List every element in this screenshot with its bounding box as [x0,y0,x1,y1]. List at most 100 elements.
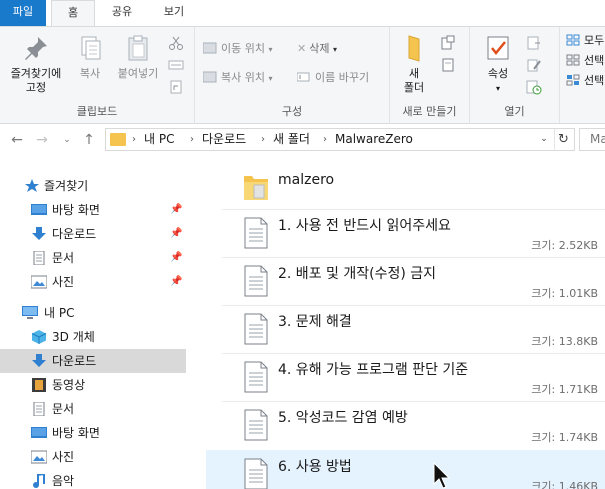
select-none-button[interactable]: 선택 [566,51,604,71]
nav-quick-downloads-label: 다운로드 [52,227,97,241]
move-to-dropdown-icon: ▾ [268,45,273,54]
copy-button[interactable]: 복사 [72,33,108,81]
invert-selection-button[interactable]: 선택 [566,71,604,91]
easy-access-icon[interactable] [440,57,456,73]
nav-quick-pictures[interactable]: 사진 📌 [0,270,186,294]
file-row[interactable]: 6. 사용 방법 크기: 1.46KB [206,450,605,489]
pin-icon: 📌 [170,204,183,215]
forward-button[interactable]: → [33,130,51,150]
select-all-button[interactable]: 모두 [566,31,604,51]
tab-share[interactable]: 공유 [100,0,144,26]
nav-quick-desktop[interactable]: 바탕 화면 📌 [0,198,186,222]
delete-button[interactable]: ✕ 삭제 ▾ [297,39,337,59]
paste-button[interactable]: 붙여넣기 [112,33,164,81]
star-icon [25,179,39,192]
nav-pc-documents[interactable]: 문서 [0,397,186,421]
ribbon: 즐겨찾기에 고정 복사 붙여넣기 클립보드 이동 위치 ▾ 복사 위치 ▾ ✕ … [0,26,605,124]
properties-dropdown-icon: ▾ [495,84,500,93]
move-to-label: 이동 위치 [221,42,265,55]
nav-quick-documents[interactable]: 문서 📌 [0,246,186,270]
new-group: 새 폴더 새로 만들기 [390,27,470,123]
text-file-icon [244,313,268,345]
pin-icon: 📌 [170,228,183,239]
cut-icon[interactable] [168,35,184,51]
mouse-cursor-icon [433,462,451,489]
file-name: 4. 유해 가능 프로그램 판단 기준 [278,362,469,378]
nav-quick-downloads[interactable]: 다운로드 📌 [0,222,186,246]
nav-this-pc[interactable]: 내 PC [0,301,186,325]
nav-music[interactable]: 음악 [0,469,186,489]
tab-home[interactable]: 홈 [51,0,95,27]
copy-label: 복사 [79,67,101,80]
document-icon [33,251,45,265]
breadcrumb-downloads[interactable]: 다운로드 [202,129,246,150]
address-dropdown-icon[interactable]: ⌄ [536,129,552,150]
file-name: 5. 악성코드 감염 예방 [278,410,408,426]
open-icon[interactable] [526,35,542,51]
copy-to-dropdown-icon: ▾ [268,74,273,83]
nav-pc-downloads[interactable]: 다운로드 [0,349,186,373]
back-button[interactable]: ← [8,130,26,150]
nav-quick-access[interactable]: 즐겨찾기 [0,174,186,198]
pin-to-quick-access-button[interactable]: 즐겨찾기에 고정 [4,33,68,95]
new-folder-button[interactable]: 새 폴더 [396,33,432,95]
nav-quick-documents-label: 문서 [52,251,75,265]
address-bar[interactable]: › 내 PC › 다운로드 › 새 폴더 › MalwareZero ⌄ ↻ [105,128,575,151]
file-row[interactable]: 4. 유해 가능 프로그램 판단 기준 크기: 1.71KB [206,353,605,399]
tab-file[interactable]: 파일 [0,0,46,26]
recent-locations-button[interactable]: ⌄ [58,130,76,150]
breadcrumb-separator-icon: › [323,134,327,145]
breadcrumb-malwarezero[interactable]: MalwareZero [335,129,413,150]
pictures-icon [31,450,47,464]
file-row[interactable]: 5. 악성코드 감염 예방 크기: 1.74KB [206,401,605,447]
paste-shortcut-icon[interactable] [168,79,184,95]
file-name: 2. 배포 및 개작(수정) 금지 [278,266,437,282]
delete-icon: ✕ [297,42,307,55]
nav-pc-desktop[interactable]: 바탕 화면 [0,421,186,445]
breadcrumb-separator-icon: › [132,134,136,145]
refresh-icon[interactable]: ↻ [554,129,572,150]
select-none-icon [566,54,580,66]
copy-path-icon[interactable] [168,57,184,73]
delete-dropdown-icon: ▾ [332,45,337,54]
file-name: 6. 사용 방법 [278,459,352,475]
nav-quick-access-label: 즐겨찾기 [44,179,89,193]
file-row[interactable]: 1. 사용 전 반드시 읽어주세요 크기: 2.52KB [206,209,605,255]
nav-3d-objects-label: 3D 개체 [52,330,95,344]
copy-icon [81,36,101,60]
3d-objects-icon [31,330,47,344]
videos-icon [32,378,46,392]
file-size: 크기: 2.52KB [531,239,598,252]
edit-icon[interactable] [526,57,542,73]
search-input[interactable]: Ma [579,128,605,151]
computer-icon [22,306,38,319]
rename-button[interactable]: 이름 바꾸기 [297,68,369,88]
breadcrumb-new-folder[interactable]: 새 폴더 [273,129,310,150]
nav-this-pc-label: 내 PC [44,306,75,320]
file-size: 크기: 1.46KB [531,480,598,489]
move-to-button[interactable]: 이동 위치 ▾ [203,39,273,59]
open-group: 속성 ▾ 열기 [470,27,560,123]
file-row[interactable]: 3. 문제 해결 크기: 13.8KB [206,305,605,351]
text-file-icon [244,409,268,441]
invert-selection-icon [566,74,580,86]
breadcrumb-this-pc[interactable]: 내 PC [144,129,174,150]
clipboard-group: 즐겨찾기에 고정 복사 붙여넣기 클립보드 [0,27,195,123]
select-all-label: 모두 [584,34,605,47]
up-button[interactable]: ↑ [80,130,98,150]
organize-group: 이동 위치 ▾ 복사 위치 ▾ ✕ 삭제 ▾ 이름 바꾸기 구성 [195,27,390,123]
organize-group-label: 구성 [281,105,303,118]
nav-pc-pictures[interactable]: 사진 [0,445,186,469]
file-explorer-window: 파일 홈 공유 보기 즐겨찾기에 고정 복사 붙여넣기 클립보드 이동 위치 ▾… [0,0,605,489]
folder-item[interactable]: malzero [206,162,605,208]
properties-button[interactable]: 속성 ▾ [480,33,516,96]
row-divider [222,257,605,258]
file-row[interactable]: 2. 배포 및 개작(수정) 금지 크기: 1.01KB [206,257,605,303]
tab-view[interactable]: 보기 [150,0,198,26]
nav-videos[interactable]: 동영상 [0,373,186,397]
history-icon[interactable] [526,79,542,95]
copy-to-button[interactable]: 복사 위치 ▾ [203,68,273,88]
nav-3d-objects[interactable]: 3D 개체 [0,325,186,349]
pin-icon [25,37,47,60]
new-item-icon[interactable] [440,35,456,51]
